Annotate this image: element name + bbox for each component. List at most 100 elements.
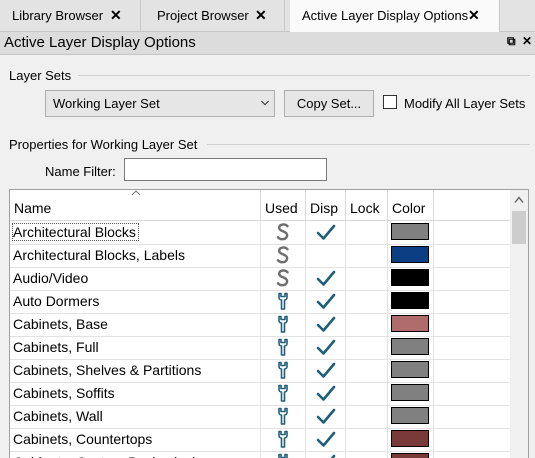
color-swatch[interactable] [391,361,429,378]
used-cell[interactable] [261,382,306,405]
lock-toggle-cell[interactable] [346,221,388,244]
close-icon[interactable]: ✕ [522,34,532,48]
color-swatch[interactable] [391,223,429,240]
used-cell[interactable] [261,313,306,336]
color-cell[interactable] [388,336,434,359]
close-icon[interactable]: ✕ [255,0,267,31]
table-row[interactable]: Auto Dormers [10,290,510,314]
tab-library-browser[interactable]: Library Browser ✕ [0,0,141,31]
color-swatch[interactable] [391,246,429,263]
table-row[interactable]: Cabinets, Wall [10,405,510,429]
copy-set-button[interactable]: Copy Set... [284,90,374,117]
color-cell[interactable] [388,428,434,451]
s-letter-icon [276,269,289,287]
display-toggle-cell[interactable] [306,221,346,244]
color-swatch[interactable] [391,315,429,332]
used-cell[interactable] [261,221,306,244]
color-cell[interactable] [388,267,434,290]
column-header-name[interactable]: Name [10,190,261,220]
name-filter-input[interactable] [124,158,327,181]
color-cell[interactable] [388,382,434,405]
used-cell[interactable] [261,290,306,313]
lock-toggle-cell[interactable] [346,428,388,451]
table-row[interactable]: Cabinets, Shelves & Partitions [10,359,510,383]
display-toggle-cell[interactable] [306,359,346,382]
color-swatch[interactable] [391,407,429,424]
display-toggle-cell[interactable] [306,313,346,336]
layer-name-cell[interactable]: Cabinets, Wall [10,405,261,428]
color-swatch[interactable] [391,384,429,401]
color-cell[interactable] [388,290,434,313]
lock-toggle-cell[interactable] [346,382,388,405]
used-cell[interactable] [261,451,306,458]
lock-toggle-cell[interactable] [346,451,388,458]
layer-name-cell[interactable]: Cabinets, Custom Backsplash [10,451,261,458]
table-row[interactable]: Audio/Video [10,267,510,291]
color-cell[interactable] [388,451,434,458]
wrench-icon [278,430,288,448]
display-toggle-cell[interactable] [306,428,346,451]
display-toggle-cell[interactable] [306,267,346,290]
layer-name-cell[interactable]: Cabinets, Countertops [10,428,261,451]
color-cell[interactable] [388,405,434,428]
table-row[interactable]: Architectural Blocks, Labels [10,244,510,268]
tab-active-layer-display-options[interactable]: Active Layer Display Options ✕ [290,0,500,32]
wrench-icon [278,361,288,379]
color-swatch[interactable] [391,269,429,286]
column-header-color[interactable]: Color [388,190,434,220]
display-toggle-cell[interactable] [306,382,346,405]
table-row[interactable]: Cabinets, Soffits [10,382,510,406]
column-header-disp[interactable]: Disp [306,190,346,220]
table-row[interactable]: Architectural Blocks [10,221,510,245]
layer-name-cell[interactable]: Cabinets, Soffits [10,382,261,405]
modify-all-checkbox[interactable] [383,95,397,109]
display-toggle-cell[interactable] [306,290,346,313]
tab-project-browser[interactable]: Project Browser ✕ [145,0,285,31]
used-cell[interactable] [261,405,306,428]
color-cell[interactable] [388,359,434,382]
layer-name-cell[interactable]: Architectural Blocks [10,221,261,244]
lock-toggle-cell[interactable] [346,336,388,359]
layer-name-cell[interactable]: Cabinets, Shelves & Partitions [10,359,261,382]
used-cell[interactable] [261,359,306,382]
color-swatch[interactable] [391,292,429,309]
close-icon[interactable]: ✕ [110,0,122,31]
display-toggle-cell[interactable] [306,244,346,267]
display-toggle-cell[interactable] [306,405,346,428]
lock-toggle-cell[interactable] [346,290,388,313]
layer-name-cell[interactable]: Audio/Video [10,267,261,290]
used-cell[interactable] [261,428,306,451]
layer-name-cell[interactable]: Cabinets, Full [10,336,261,359]
table-row[interactable]: Cabinets, Custom Backsplash [10,451,510,458]
table-row[interactable]: Cabinets, Countertops [10,428,510,452]
color-cell[interactable] [388,313,434,336]
color-swatch[interactable] [391,430,429,447]
layer-name-cell[interactable]: Architectural Blocks, Labels [10,244,261,267]
color-cell[interactable] [388,244,434,267]
color-swatch[interactable] [391,338,429,355]
float-window-icon[interactable]: ⧉ [507,34,516,49]
vertical-scrollbar[interactable] [510,190,528,458]
lock-toggle-cell[interactable] [346,359,388,382]
color-swatch[interactable] [391,453,429,458]
table-row[interactable]: Cabinets, Full [10,336,510,360]
table-row[interactable]: Cabinets, Base [10,313,510,337]
used-cell[interactable] [261,267,306,290]
display-toggle-cell[interactable] [306,451,346,458]
layer-set-dropdown[interactable]: Working Layer Set [45,90,275,117]
lock-toggle-cell[interactable] [346,405,388,428]
close-icon[interactable]: ✕ [468,0,480,31]
layer-name-cell[interactable]: Auto Dormers [10,290,261,313]
display-toggle-cell[interactable] [306,336,346,359]
column-header-lock[interactable]: Lock [346,190,388,220]
column-header-used[interactable]: Used [261,190,306,220]
used-cell[interactable] [261,336,306,359]
lock-toggle-cell[interactable] [346,244,388,267]
used-cell[interactable] [261,244,306,267]
layer-name-cell[interactable]: Cabinets, Base [10,313,261,336]
lock-toggle-cell[interactable] [346,313,388,336]
lock-toggle-cell[interactable] [346,267,388,290]
scrollbar-thumb[interactable] [512,211,526,244]
scroll-up-arrow-icon[interactable] [514,196,524,204]
color-cell[interactable] [388,221,434,244]
